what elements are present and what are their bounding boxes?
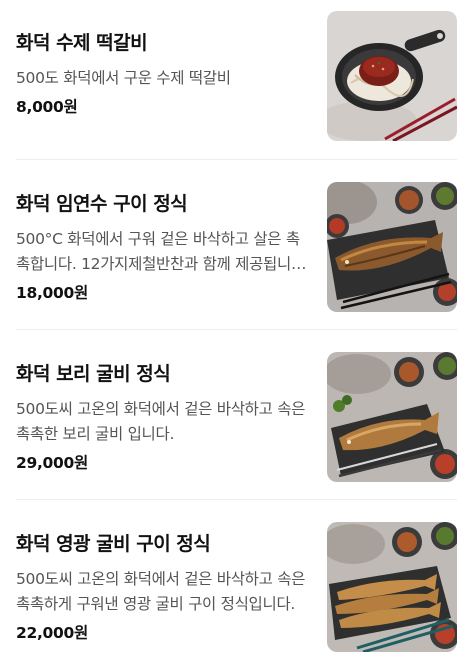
menu-item-description: 500°C 화덕에서 구워 겉은 바삭하고 살은 촉촉합니다. 12가지제철반찬… bbox=[16, 230, 300, 273]
menu-item[interactable]: 화덕 임연수 구이 정식 500°C 화덕에서 구워 겉은 바삭하고 살은 촉촉… bbox=[0, 160, 465, 330]
menu-item-name: 화덕 수제 떡갈비 bbox=[16, 32, 148, 54]
menu-item-price: 22,000원 bbox=[16, 624, 88, 642]
menu-item-description: 500도씨 고온의 화덕에서 겉은 바삭하고 속은 촉촉하게 구워낸 영광 굴비… bbox=[16, 570, 306, 613]
tteokgalbi-photo-image bbox=[327, 11, 457, 141]
grilled-atka-mackerel-photo-image bbox=[327, 182, 457, 312]
grilled-atka-mackerel-photo[interactable] bbox=[327, 182, 457, 312]
menu-item[interactable]: 화덕 수제 떡갈비 500도 화덕에서 구운 수제 떡갈비 8,000원 bbox=[0, 0, 465, 160]
tteokgalbi-photo[interactable] bbox=[327, 11, 457, 141]
menu-item-price: 29,000원 bbox=[16, 454, 88, 472]
grilled-barley-gulbi-photo[interactable] bbox=[327, 352, 457, 482]
menu-item-info: 화덕 보리 굴비 정식 500도씨 고온의 화덕에서 겉은 바삭하고 속은 촉촉… bbox=[16, 360, 308, 475]
menu-item-name: 화덕 보리 굴비 정식 bbox=[16, 363, 171, 385]
menu-item-price: 18,000원 bbox=[16, 284, 88, 302]
menu-item[interactable]: 화덕 보리 굴비 정식 500도씨 고온의 화덕에서 겉은 바삭하고 속은 촉촉… bbox=[0, 330, 465, 500]
grilled-yeonggwang-gulbi-photo[interactable] bbox=[327, 522, 457, 652]
menu-item-info: 화덕 영광 굴비 구이 정식 500도씨 고온의 화덕에서 겉은 바삭하고 속은… bbox=[16, 530, 308, 645]
menu-item-info: 화덕 임연수 구이 정식 500°C 화덕에서 구워 겉은 바삭하고 살은 촉촉… bbox=[16, 190, 308, 305]
menu-item-name: 화덕 영광 굴비 구이 정식 bbox=[16, 533, 211, 555]
menu-list: 화덕 수제 떡갈비 500도 화덕에서 구운 수제 떡갈비 8,000원 화덕 … bbox=[0, 0, 465, 670]
menu-item-price: 8,000원 bbox=[16, 98, 78, 116]
menu-item-description: 500도씨 고온의 화덕에서 겉은 바삭하고 속은 촉촉한 보리 굴비 입니다. bbox=[16, 400, 306, 443]
menu-item-name: 화덕 임연수 구이 정식 bbox=[16, 193, 188, 215]
menu-item[interactable]: 화덕 영광 굴비 구이 정식 500도씨 고온의 화덕에서 겉은 바삭하고 속은… bbox=[0, 500, 465, 670]
menu-item-info: 화덕 수제 떡갈비 500도 화덕에서 구운 수제 떡갈비 8,000원 bbox=[16, 29, 308, 119]
grilled-barley-gulbi-photo-image bbox=[327, 352, 457, 482]
menu-item-description: 500도 화덕에서 구운 수제 떡갈비 bbox=[16, 69, 231, 87]
grilled-yeonggwang-gulbi-photo-image bbox=[327, 522, 457, 652]
